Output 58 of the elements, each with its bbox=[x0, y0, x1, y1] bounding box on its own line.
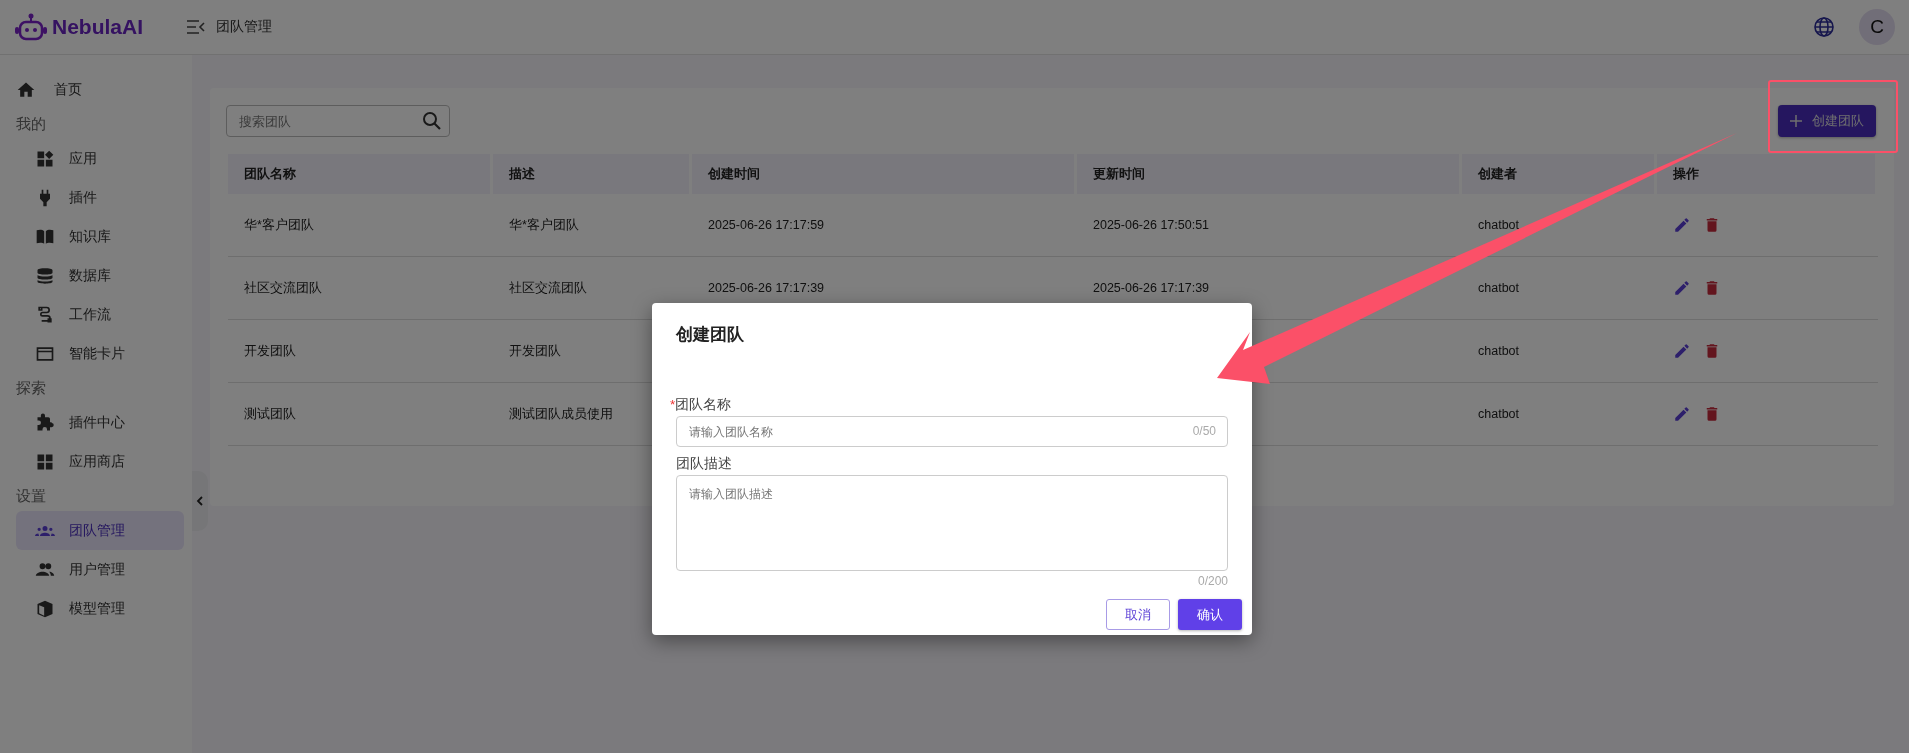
logo-text: NebulaAI bbox=[52, 15, 143, 39]
user-avatar[interactable]: C bbox=[1859, 9, 1895, 45]
table-cell: 华*客户团队 bbox=[228, 194, 493, 257]
chevron-left-icon bbox=[196, 496, 204, 506]
edit-icon[interactable] bbox=[1673, 216, 1691, 234]
sidebar-item[interactable]: 团队管理 bbox=[16, 511, 184, 550]
table-cell: 华*客户团队 bbox=[493, 194, 692, 257]
character-counter: 0/200 bbox=[1197, 574, 1228, 588]
menu-collapse-icon[interactable] bbox=[186, 20, 206, 34]
create-team-button[interactable]: 创建团队 bbox=[1778, 105, 1876, 137]
column-header: 团队名称 bbox=[228, 154, 493, 194]
workflow-icon bbox=[35, 304, 55, 325]
required-mark: * bbox=[670, 397, 676, 412]
edit-icon[interactable] bbox=[1673, 405, 1691, 423]
search-field[interactable]: 搜索团队 bbox=[226, 105, 450, 137]
section-label: 探索 bbox=[16, 378, 47, 398]
table-cell: 2025-06-26 17:50:51 bbox=[1077, 194, 1462, 257]
sidebar-item[interactable]: 插件中心 bbox=[16, 403, 184, 442]
sidebar-item[interactable]: 首页 bbox=[16, 70, 184, 109]
sidebar-item[interactable]: 知识库 bbox=[16, 217, 184, 256]
sidebar-item[interactable]: 数据库 bbox=[16, 256, 184, 295]
sidebar-item[interactable]: 模型管理 bbox=[16, 589, 184, 628]
section-label: 设置 bbox=[16, 486, 47, 506]
cube-icon bbox=[35, 598, 55, 619]
column-header: 更新时间 bbox=[1077, 154, 1462, 194]
table-cell: 社区交流团队 bbox=[228, 257, 493, 320]
sidebar-item[interactable]: 智能卡片 bbox=[16, 334, 184, 373]
confirm-button[interactable]: 确认 bbox=[1178, 599, 1242, 630]
sidebar-collapse-handle[interactable] bbox=[192, 471, 208, 531]
column-header: 操作 bbox=[1657, 154, 1878, 194]
column-header: 描述 bbox=[493, 154, 692, 194]
table-cell: chatbot bbox=[1462, 383, 1657, 446]
sidebar-item[interactable]: 插件 bbox=[16, 178, 184, 217]
team-description-field[interactable]: 请输入团队描述 bbox=[676, 475, 1228, 571]
table-cell: 测试团队 bbox=[228, 383, 493, 446]
database-icon bbox=[35, 265, 55, 286]
table-cell: 开发团队 bbox=[228, 320, 493, 383]
sidebar-item[interactable]: 工作流 bbox=[16, 295, 184, 334]
globe-icon[interactable] bbox=[1813, 16, 1835, 38]
table-cell: 2025-06-26 17:17:59 bbox=[692, 194, 1077, 257]
widgets-icon bbox=[35, 148, 55, 169]
field-label: 团队描述 bbox=[676, 456, 732, 471]
cancel-button[interactable]: 取消 bbox=[1106, 599, 1170, 630]
plus-icon bbox=[1790, 115, 1802, 127]
robot-logo-icon bbox=[14, 13, 48, 41]
puzzle-icon bbox=[35, 412, 55, 433]
column-header: 创建者 bbox=[1462, 154, 1657, 194]
sidebar-item[interactable]: 应用 bbox=[16, 139, 184, 178]
sidebar-item[interactable]: 应用商店 bbox=[16, 442, 184, 481]
section-label: 我的 bbox=[16, 114, 47, 134]
character-counter: 0/50 bbox=[1192, 424, 1216, 438]
page-title: 团队管理 bbox=[216, 18, 272, 36]
column-header: 创建时间 bbox=[692, 154, 1077, 194]
edit-icon[interactable] bbox=[1673, 342, 1691, 360]
sidebar-item[interactable]: 用户管理 bbox=[16, 550, 184, 589]
table-cell: chatbot bbox=[1462, 320, 1657, 383]
edit-icon[interactable] bbox=[1673, 279, 1691, 297]
search-icon[interactable] bbox=[422, 111, 442, 131]
